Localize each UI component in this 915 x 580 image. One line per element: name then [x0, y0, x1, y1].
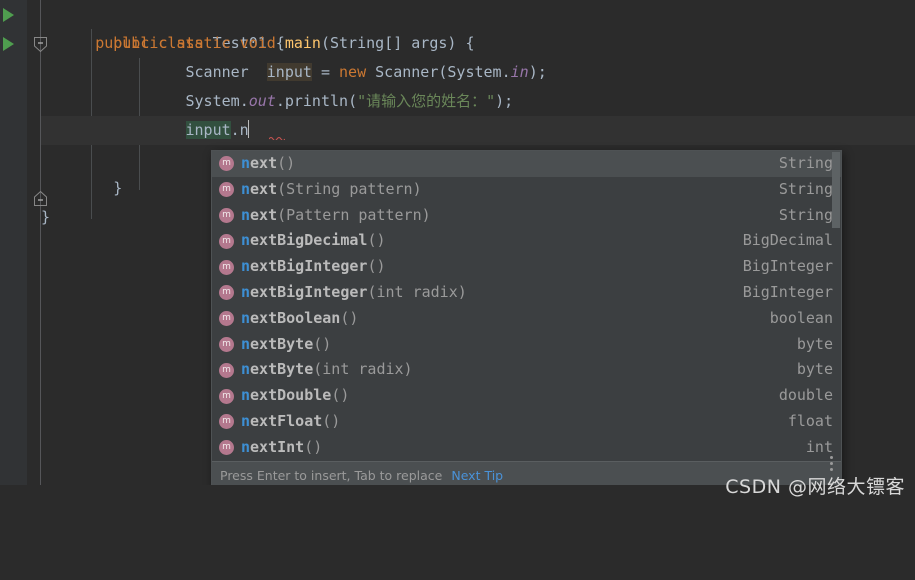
- completion-item-name: nextByte: [241, 360, 314, 379]
- completion-item-name: nextDouble: [241, 386, 332, 405]
- completion-item-signature: (): [322, 411, 341, 430]
- code-line: Scanner input = new Scanner(System.in);: [185, 63, 547, 81]
- completion-item-signature: (): [331, 386, 350, 405]
- completion-item-type: byte: [796, 360, 833, 379]
- method-icon: m: [219, 259, 234, 275]
- completion-item[interactable]: m next() String: [212, 151, 841, 177]
- method-icon: m: [219, 362, 234, 378]
- completion-item-type: BigInteger: [742, 257, 833, 276]
- completion-item-type: String: [778, 205, 833, 224]
- completion-item-name: next: [241, 179, 278, 198]
- completion-list[interactable]: m next() String m next (String pattern) String…: [212, 151, 841, 461]
- method-icon: m: [219, 388, 234, 404]
- completion-item-type: BigDecimal: [742, 231, 833, 250]
- next-tip-link[interactable]: Next Tip: [451, 468, 503, 483]
- completion-item[interactable]: m next (Pattern pattern) String: [212, 203, 841, 229]
- completion-item-name: nextBigDecimal: [241, 231, 368, 250]
- kebab-menu-icon[interactable]: [830, 456, 833, 471]
- code-line: public static void main(String[] args) {: [113, 34, 475, 52]
- completion-item[interactable]: m nextDouble() double: [212, 383, 841, 409]
- completion-item-type: byte: [796, 334, 833, 353]
- completion-item-signature: (): [367, 257, 386, 276]
- error-squiggle: [269, 136, 285, 140]
- completion-item-signature: (): [340, 308, 359, 327]
- completion-item-signature: (String pattern): [277, 179, 422, 198]
- completion-scrollbar[interactable]: [832, 152, 840, 228]
- completion-item[interactable]: m nextBigInteger (int radix) BigInteger: [212, 280, 841, 306]
- completion-item-type: int: [805, 437, 833, 456]
- completion-item-type: String: [778, 179, 833, 198]
- completion-item-signature: (int radix): [313, 360, 413, 379]
- method-icon: m: [219, 336, 234, 352]
- completion-item-name: nextByte: [241, 334, 314, 353]
- completion-item[interactable]: m nextBoolean() boolean: [212, 306, 841, 332]
- completion-item-signature: (): [304, 437, 323, 456]
- completion-hint: Press Enter to insert, Tab to replace: [220, 468, 443, 483]
- completion-item-type: boolean: [769, 308, 833, 327]
- method-icon: m: [219, 311, 234, 327]
- gutter-edge: [27, 0, 41, 506]
- text-caret: [247, 120, 249, 138]
- completion-item[interactable]: m nextBigDecimal() BigDecimal: [212, 228, 841, 254]
- code-completion-popup[interactable]: m next() String m next (String pattern) String…: [211, 150, 842, 490]
- method-icon: m: [219, 207, 234, 223]
- code-line: }: [113, 179, 123, 197]
- code-line: }: [41, 208, 51, 226]
- completion-item-signature: (): [367, 231, 386, 250]
- method-icon: m: [219, 233, 234, 249]
- completion-item-name: nextInt: [241, 437, 305, 456]
- completion-item-signature: (int radix): [367, 282, 467, 301]
- watermark-text: CSDN @网络大镖客: [725, 476, 905, 498]
- completion-item-type: double: [778, 386, 833, 405]
- completion-item-name: nextBigInteger: [241, 257, 368, 276]
- completion-item[interactable]: m next (String pattern) String: [212, 177, 841, 203]
- run-triangle-icon[interactable]: [3, 37, 14, 51]
- completion-item-name: next: [241, 154, 278, 172]
- method-icon: m: [219, 285, 234, 301]
- completion-item[interactable]: m nextByte (int radix) byte: [212, 357, 841, 383]
- completion-item[interactable]: m nextByte() byte: [212, 332, 841, 358]
- code-line: System.out.println("请输入您的姓名：");: [185, 92, 514, 110]
- method-icon: m: [219, 414, 234, 430]
- completion-item[interactable]: m nextInt() int: [212, 435, 841, 461]
- method-icon: m: [219, 156, 234, 172]
- completion-item[interactable]: m nextBigInteger() BigInteger: [212, 254, 841, 280]
- completion-item-name: nextBigInteger: [241, 282, 368, 301]
- completion-item-signature: (Pattern pattern): [277, 205, 431, 224]
- editor-gutter[interactable]: [0, 0, 27, 506]
- completion-item-name: nextFloat: [241, 411, 323, 430]
- ide-editor-window: public class Test01 { public static void…: [0, 0, 915, 506]
- completion-item-signature: (): [277, 154, 296, 172]
- completion-item[interactable]: m nextFloat() float: [212, 409, 841, 435]
- completion-item-signature: (): [313, 334, 332, 353]
- completion-item-name: next: [241, 205, 278, 224]
- code-line: input.n: [185, 120, 249, 139]
- completion-item-type: float: [787, 411, 833, 430]
- completion-item-name: nextBoolean: [241, 308, 341, 327]
- method-icon: m: [219, 440, 234, 456]
- completion-item-type: String: [778, 154, 833, 172]
- method-icon: m: [219, 182, 234, 198]
- run-triangle-icon[interactable]: [3, 8, 14, 22]
- completion-item-type: BigInteger: [742, 282, 833, 301]
